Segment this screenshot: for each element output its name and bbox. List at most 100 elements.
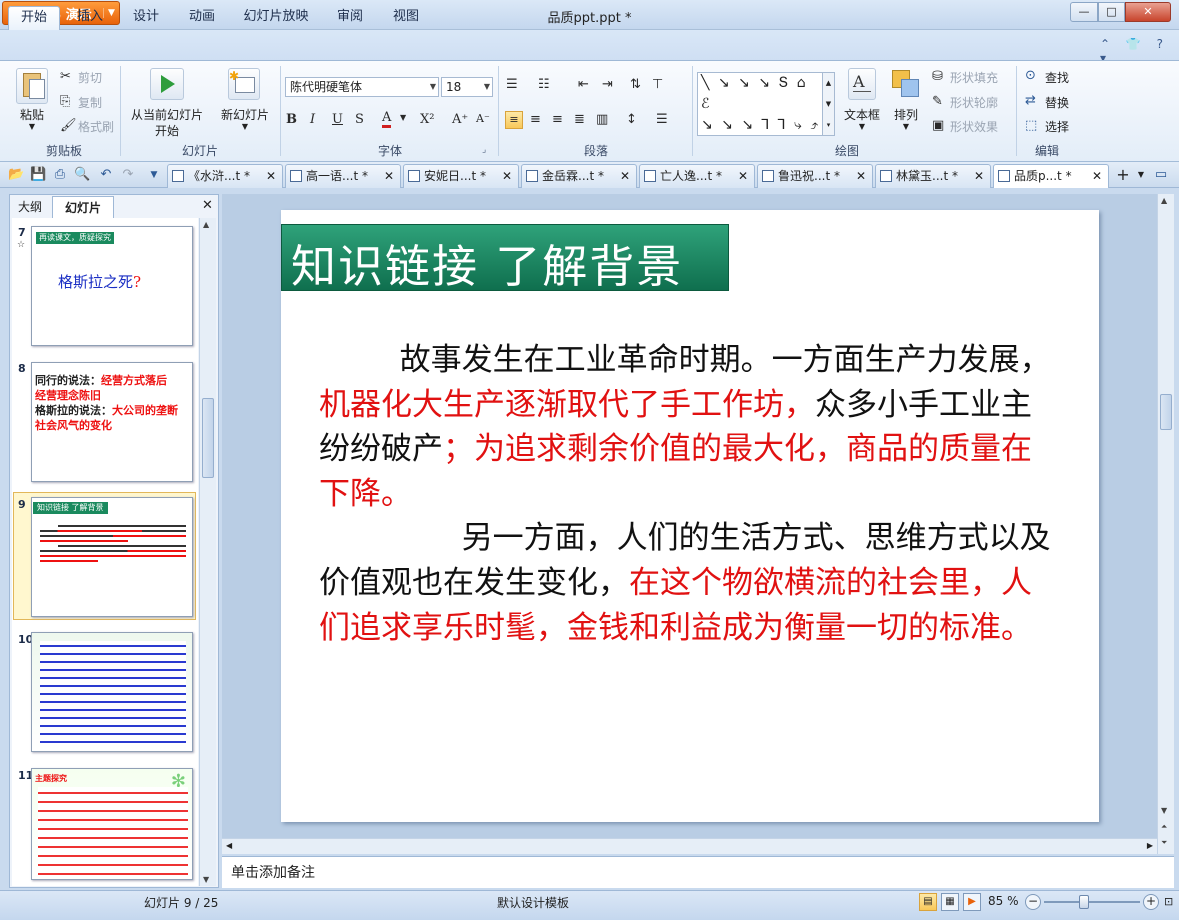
align-left-icon[interactable]: ≡ bbox=[505, 111, 523, 129]
tab-list-dropdown-icon[interactable]: ▼ bbox=[1133, 167, 1149, 183]
close-icon[interactable]: ✕ bbox=[1092, 165, 1102, 187]
zoom-in-button[interactable]: + bbox=[1143, 894, 1159, 910]
normal-view-button[interactable]: ▤ bbox=[919, 893, 937, 911]
tab-animation[interactable]: 动画 bbox=[178, 6, 226, 30]
distribute-icon[interactable]: ▥ bbox=[596, 112, 608, 127]
justify-icon[interactable]: ≣ bbox=[574, 112, 585, 127]
doc-tab[interactable]: 高一语...t * ✕ bbox=[285, 164, 401, 188]
play-from-current-button[interactable]: 从当前幻灯片 bbox=[126, 106, 208, 123]
scroll-up-icon[interactable]: ▲ bbox=[1161, 196, 1167, 205]
close-icon[interactable]: ✕ bbox=[856, 165, 866, 187]
close-icon[interactable]: ✕ bbox=[974, 165, 984, 187]
slideshow-view-button[interactable]: ▶ bbox=[963, 893, 981, 911]
scroll-left-icon[interactable]: ◀ bbox=[226, 839, 232, 853]
tab-insert[interactable]: 插入 bbox=[66, 6, 114, 30]
slide-thumbnail-9[interactable]: 知识链接 了解背景 bbox=[31, 497, 193, 617]
slide-thumbnail-8[interactable]: 同行的说法：经营方式落后 经营理念陈旧 格斯拉的说法：大公司的垄断 社会风气的变化 bbox=[31, 362, 193, 482]
align-text-icon[interactable]: ⊤ bbox=[652, 77, 663, 92]
redo-icon[interactable]: ↷ bbox=[120, 167, 136, 183]
line-spacing-icon[interactable]: ↕ bbox=[626, 112, 637, 127]
shape-effect-button[interactable]: 形状效果 bbox=[950, 118, 998, 135]
font-size-combo[interactable]: 18 ▼ bbox=[441, 77, 493, 97]
chevron-down-icon[interactable]: ▼ bbox=[430, 78, 436, 96]
format-painter-button[interactable]: 格式刷 bbox=[78, 118, 114, 135]
close-icon[interactable]: ✕ bbox=[620, 165, 630, 187]
print-preview-icon[interactable]: 🔍 bbox=[74, 167, 90, 183]
font-dialog-launcher-icon[interactable]: ⌟ bbox=[482, 145, 486, 155]
paragraph-spacing-icon[interactable]: ☰ bbox=[656, 112, 668, 127]
slide-thumbnail-10[interactable] bbox=[31, 632, 193, 752]
shapes-gallery-scroll[interactable]: ▲ ▼ ▾ bbox=[822, 72, 835, 136]
close-icon[interactable]: ✕ bbox=[202, 198, 213, 213]
textbox-dropdown-icon[interactable]: ▼ bbox=[840, 122, 884, 131]
save-icon[interactable]: 💾 bbox=[30, 167, 46, 183]
tab-view[interactable]: 视图 bbox=[382, 6, 430, 30]
arrange-button[interactable]: 排列 bbox=[886, 106, 926, 123]
maximize-button[interactable]: □ bbox=[1098, 2, 1125, 22]
close-icon[interactable]: ✕ bbox=[738, 165, 748, 187]
new-slide-dropdown-icon[interactable]: ▼ bbox=[216, 122, 274, 131]
fit-window-icon[interactable]: ⊡ bbox=[1164, 895, 1173, 908]
tab-outline[interactable]: 大纲 bbox=[10, 196, 50, 218]
slides-pane-scrollbar[interactable]: ▲ ▼ bbox=[199, 218, 216, 886]
shape-fill-button[interactable]: 形状填充 bbox=[950, 69, 998, 86]
undo-icon[interactable]: ↶ bbox=[98, 167, 114, 183]
replace-button[interactable]: 替换 bbox=[1045, 94, 1069, 111]
grow-font-button[interactable]: A⁺ bbox=[452, 112, 468, 127]
slide-title-box[interactable]: 知识链接 了解背景 bbox=[281, 224, 729, 293]
close-icon[interactable]: ✕ bbox=[266, 165, 276, 187]
text-direction-icon[interactable]: ⇅ bbox=[630, 77, 641, 92]
slide-sorter-view-button[interactable]: ▦ bbox=[941, 893, 959, 911]
bullets-icon[interactable]: ☰ bbox=[506, 77, 518, 92]
shape-outline-button[interactable]: 形状轮廓 bbox=[950, 94, 998, 111]
paste-dropdown-icon[interactable]: ▼ bbox=[12, 122, 52, 131]
doc-tab-active[interactable]: 品质p...t * ✕ bbox=[993, 164, 1109, 188]
bold-button[interactable]: B bbox=[286, 112, 297, 127]
shapes-gallery[interactable]: ╲ ↘ ↘ ↘ Տ ⌂ ℰ↘ ↘ ↘ ⅂ ⅂ ⤷ ⤴⤷ ⤷ ⤴ □ ▱ ◇ ▭ bbox=[697, 72, 823, 136]
scroll-thumb[interactable] bbox=[202, 398, 214, 478]
editor-horizontal-scrollbar[interactable]: ◀ ▶ bbox=[222, 838, 1157, 854]
doc-tab[interactable]: 鲁迅祝...t * ✕ bbox=[757, 164, 873, 188]
scroll-right-icon[interactable]: ▶ bbox=[1147, 839, 1153, 853]
print-icon[interactable]: ⎙ bbox=[52, 167, 68, 183]
numbering-icon[interactable]: ☷ bbox=[538, 77, 550, 92]
new-slide-button[interactable]: 新幻灯片 bbox=[216, 106, 274, 123]
open-folder-icon[interactable]: 📂 bbox=[8, 167, 24, 183]
font-color-button[interactable]: A bbox=[382, 110, 392, 128]
new-tab-icon[interactable]: + bbox=[1115, 167, 1131, 183]
align-center-icon[interactable]: ≡ bbox=[530, 112, 541, 127]
tab-layout-icon[interactable]: ▭ bbox=[1153, 167, 1169, 183]
tab-slides[interactable]: 幻灯片 bbox=[52, 196, 114, 218]
select-button[interactable]: 选择 bbox=[1045, 118, 1069, 135]
editor-vertical-scrollbar[interactable]: ▲ ▼ ⏶ ⏷ bbox=[1157, 194, 1174, 854]
scroll-up-icon[interactable]: ▲ bbox=[203, 220, 209, 229]
close-icon[interactable]: ✕ bbox=[502, 165, 512, 187]
notes-pane[interactable]: 单击添加备注 bbox=[222, 856, 1174, 888]
doc-tab[interactable]: 林黛玉...t * ✕ bbox=[875, 164, 991, 188]
copy-button[interactable]: 复制 bbox=[78, 94, 102, 111]
zoom-slider[interactable] bbox=[1044, 901, 1140, 903]
scroll-down-icon[interactable]: ▼ bbox=[1161, 806, 1167, 815]
cut-button[interactable]: 剪切 bbox=[78, 69, 102, 86]
align-right-icon[interactable]: ≡ bbox=[552, 112, 563, 127]
slide-thumbnail-11[interactable]: 主题探究 ✻ bbox=[31, 768, 193, 880]
font-name-combo[interactable]: 陈代明硬笔体 ▼ bbox=[285, 77, 439, 97]
chevron-down-icon[interactable]: ▼ bbox=[400, 113, 406, 122]
close-button[interactable]: ✕ bbox=[1125, 2, 1171, 22]
next-slide-icon[interactable]: ⏷ bbox=[1161, 838, 1167, 848]
zoom-level[interactable]: 85 % bbox=[988, 894, 1019, 908]
decrease-indent-icon[interactable]: ⇤ bbox=[578, 77, 589, 92]
underline-button[interactable]: U bbox=[332, 112, 343, 127]
doc-tab[interactable]: 《水浒...t * ✕ bbox=[167, 164, 283, 188]
quick-access-dropdown-icon[interactable]: ▼ bbox=[146, 167, 162, 183]
minimize-button[interactable]: — bbox=[1070, 2, 1098, 22]
paste-button[interactable]: 粘贴 bbox=[12, 106, 52, 123]
previous-slide-icon[interactable]: ⏶ bbox=[1161, 822, 1167, 832]
scroll-down-icon[interactable]: ▼ bbox=[203, 875, 209, 884]
tab-design[interactable]: 设计 bbox=[122, 6, 170, 30]
slide-body-textbox[interactable]: 故事发生在工业革命时期。一方面生产力发展，机器化大生产逐渐取代了手工作坊，众多小… bbox=[319, 338, 1059, 650]
tab-review[interactable]: 审阅 bbox=[326, 6, 374, 30]
chevron-down-icon[interactable]: ▼ bbox=[484, 78, 490, 96]
shadow-button[interactable]: S bbox=[355, 112, 364, 127]
italic-button[interactable]: I bbox=[310, 112, 315, 127]
